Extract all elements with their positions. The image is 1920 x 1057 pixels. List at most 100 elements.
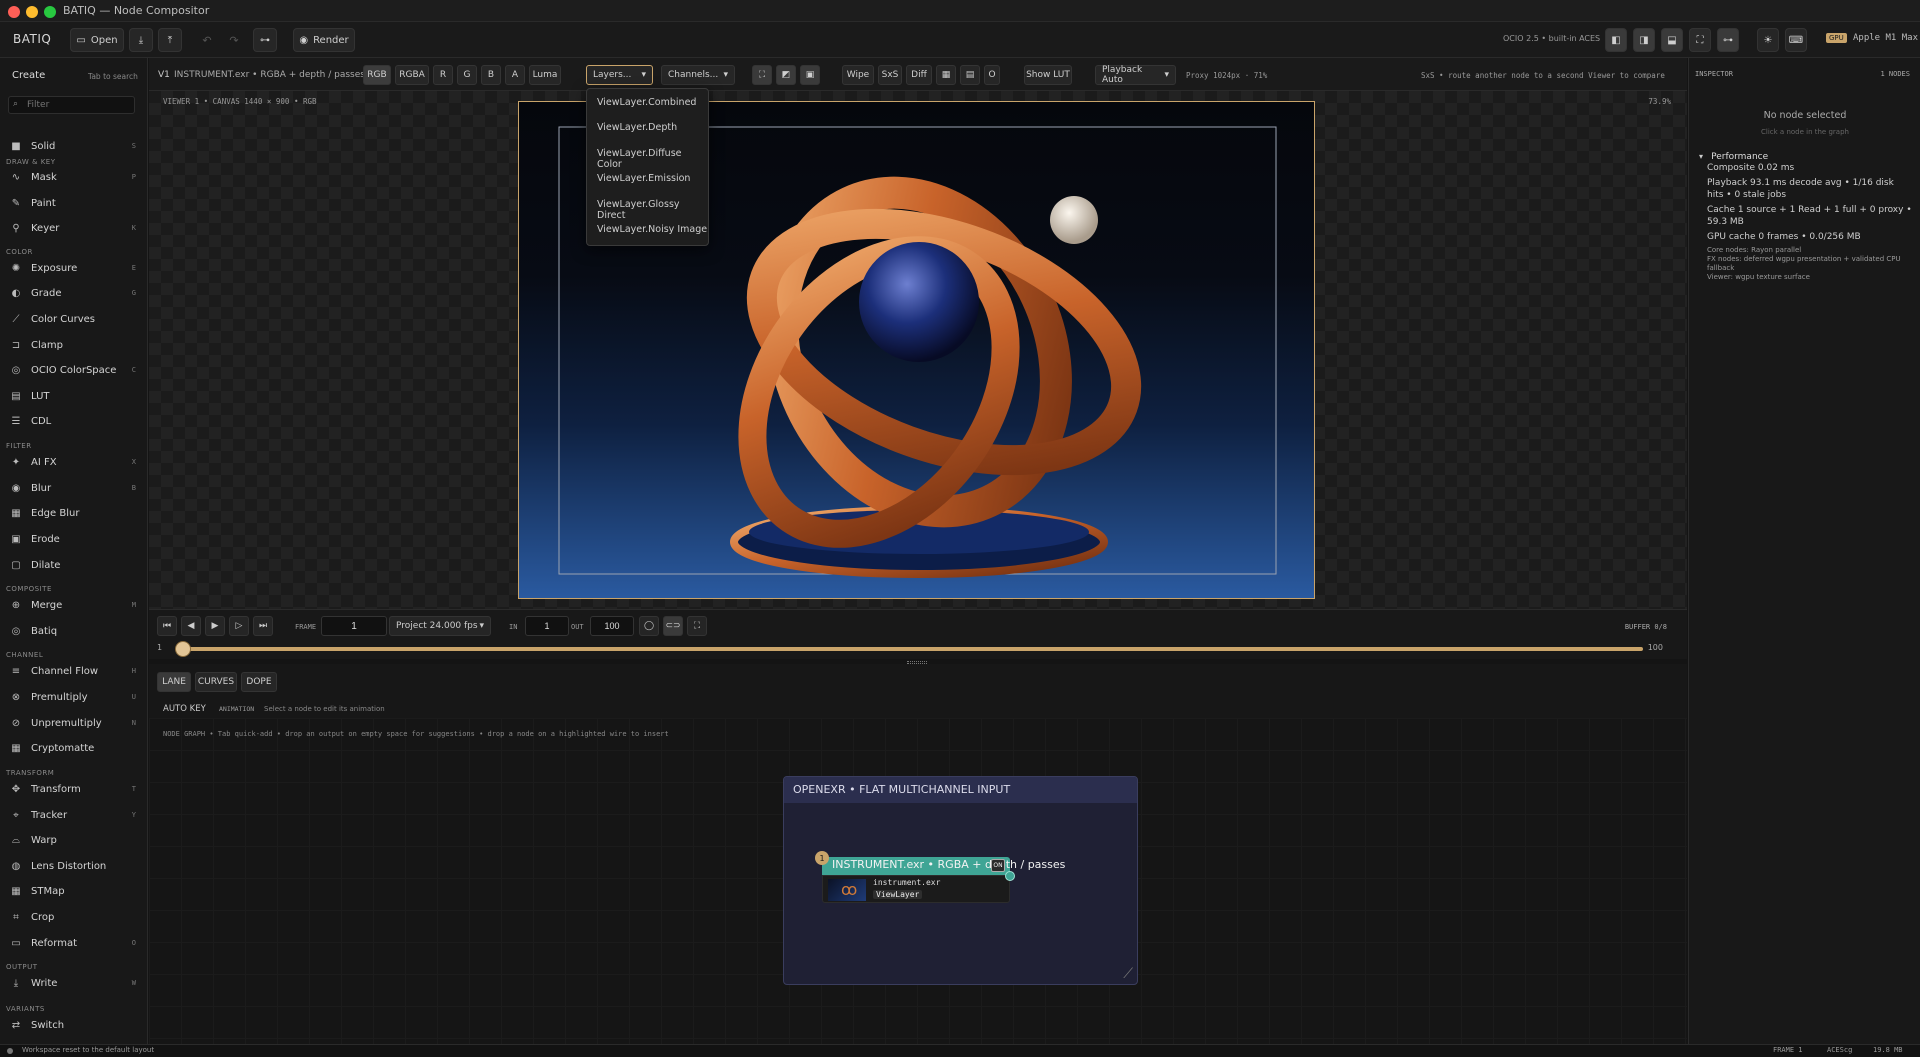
timeline-track[interactable] (175, 647, 1643, 651)
sidebar-item-unpremultiply[interactable]: ⊘ Unpremultiply N (0, 712, 148, 734)
go-to-end-button[interactable]: ⏭ (253, 616, 273, 636)
sidebar-item-stmap[interactable]: ▦ STMap (0, 880, 148, 902)
sidebar-item-paint[interactable]: ✎ Paint (0, 192, 148, 214)
layer-option-emission[interactable]: ViewLayer.Emission (597, 173, 690, 184)
layout-left-button[interactable]: ◧ (1605, 28, 1627, 52)
grid-overlay-button[interactable]: ▦ (936, 65, 956, 85)
sidebar-item-reformat[interactable]: ▭ Reformat O (0, 932, 148, 954)
sidebar-item-transform[interactable]: ✥ Transform T (0, 778, 148, 800)
layer-option-diffuse-color[interactable]: ViewLayer.Diffuse Color (597, 148, 708, 170)
channel-rgb-button[interactable]: RGB (363, 65, 391, 85)
performance-header[interactable]: ▾ Performance (1699, 144, 1909, 162)
undo-button[interactable]: ↶ (195, 28, 219, 52)
close-window-button[interactable] (8, 6, 20, 18)
node-enable-toggle[interactable]: ON (991, 859, 1005, 872)
sidebar-item-solid[interactable]: ■ Solid S (0, 135, 148, 157)
channel-r-button[interactable]: R (433, 65, 453, 85)
sidebar-item-edge-blur[interactable]: ▦ Edge Blur (0, 502, 148, 524)
keyboard-shortcuts-button[interactable]: ⌨ (1785, 28, 1807, 52)
zoom-window-button[interactable] (44, 6, 56, 18)
node-graph-button[interactable]: ⊶ (253, 28, 277, 52)
sidebar-item-keyer[interactable]: ⚲ Keyer K (0, 217, 148, 239)
theme-toggle-button[interactable]: ☀ (1757, 28, 1779, 52)
go-to-start-button[interactable]: ⏮ (157, 616, 177, 636)
channels-dropdown[interactable]: Channels... ▾ (661, 65, 735, 85)
sidebar-item-tracker[interactable]: ⌖ Tracker Y (0, 804, 148, 826)
sxs-button[interactable]: SxS (878, 65, 902, 85)
import-button[interactable]: ⤓ (129, 28, 153, 52)
channel-b-button[interactable]: B (481, 65, 501, 85)
node-graph[interactable]: NODE GRAPH • Tab quick-add • drop an out… (149, 718, 1687, 1044)
sidebar-item-clamp[interactable]: ⊐ Clamp (0, 334, 148, 356)
sidebar-item-lens-distortion[interactable]: ◍ Lens Distortion (0, 855, 148, 877)
histogram-button[interactable]: ▤ (960, 65, 980, 85)
sidebar-item-dilate[interactable]: ▢ Dilate (0, 554, 148, 576)
sidebar-item-write[interactable]: ⤓ Write W (0, 972, 148, 994)
tab-curves[interactable]: CURVES (195, 672, 237, 692)
layer-option-noisy-image[interactable]: ViewLayer.Noisy Image (597, 224, 707, 235)
sidebar-item-warp[interactable]: ⌓ Warp (0, 829, 148, 851)
open-button[interactable]: ▭ Open (70, 28, 124, 52)
channel-a-button[interactable]: A (505, 65, 525, 85)
layer-option-combined[interactable]: ViewLayer.Combined (597, 97, 696, 108)
sidebar-item-crop[interactable]: ⌗ Crop (0, 906, 148, 928)
graph-layout-button[interactable]: ⊶ (1717, 28, 1739, 52)
sidebar-item-cryptomatte[interactable]: ▦ Cryptomatte (0, 737, 148, 759)
sidebar-item-ocio-colorspace[interactable]: ◎ OCIO ColorSpace C (0, 359, 148, 381)
layout-right-button[interactable]: ◨ (1633, 28, 1655, 52)
step-back-button[interactable]: ◀ (181, 616, 201, 636)
sidebar-item-grade[interactable]: ◐ Grade G (0, 282, 148, 304)
output-port[interactable] (1005, 871, 1015, 881)
in-point-input[interactable] (525, 616, 569, 636)
sidebar-item-batiq[interactable]: ◎ Batiq (0, 620, 148, 642)
redo-button[interactable]: ↷ (222, 28, 246, 52)
sidebar-item-channel-flow[interactable]: ≡ Channel Flow H (0, 660, 148, 682)
sidebar-item-switch[interactable]: ⇄ Switch (0, 1014, 148, 1036)
fit-frame-button[interactable]: ⛶ (752, 65, 772, 85)
out-point-input[interactable] (590, 616, 634, 636)
layer-option-glossy-direct[interactable]: ViewLayer.Glossy Direct (597, 199, 708, 221)
link-button[interactable]: ⊂⊃ (663, 616, 683, 636)
loop-button[interactable]: ◯ (639, 616, 659, 636)
tab-lane[interactable]: LANE (157, 672, 191, 692)
wipe-button[interactable]: Wipe (842, 65, 874, 85)
safe-area-button[interactable]: ▣ (800, 65, 820, 85)
minimize-window-button[interactable] (26, 6, 38, 18)
read-node[interactable]: INSTRUMENT.exr • RGBA + depth / passes ꝏ… (815, 851, 1065, 907)
channel-g-button[interactable]: G (457, 65, 477, 85)
timeline-playhead[interactable] (175, 641, 191, 657)
expand-timeline-button[interactable]: ⛶ (687, 616, 707, 636)
fullscreen-button[interactable]: ⛶ (1689, 28, 1711, 52)
play-button[interactable]: ▶ (205, 616, 225, 636)
sidebar-item-mask[interactable]: ∿ Mask P (0, 166, 148, 188)
sidebar-item-ai-fx[interactable]: ✦ AI FX X (0, 451, 148, 473)
layout-bottom-button[interactable]: ⬓ (1661, 28, 1683, 52)
checker-button[interactable]: ◩ (776, 65, 796, 85)
show-lut-button[interactable]: Show LUT (1024, 65, 1072, 85)
frame-input[interactable] (321, 616, 387, 636)
tab-dope[interactable]: DOPE (241, 672, 277, 692)
playback-dropdown[interactable]: Playback Auto ▾ (1095, 65, 1176, 85)
step-forward-button[interactable]: ▷ (229, 616, 249, 636)
sidebar-item-color-curves[interactable]: ⟋ Color Curves (0, 308, 148, 330)
layer-option-depth[interactable]: ViewLayer.Depth (597, 122, 677, 133)
channel-luma-button[interactable]: Luma (529, 65, 561, 85)
sidebar-item-blur[interactable]: ◉ Blur B (0, 477, 148, 499)
auto-key-toggle[interactable]: AUTO KEY (163, 704, 206, 714)
diff-button[interactable]: Diff (906, 65, 932, 85)
sidebar-item-exposure[interactable]: ✺ Exposure E (0, 257, 148, 279)
sidebar-item-lut[interactable]: ▤ LUT (0, 385, 148, 407)
export-button[interactable]: ⤒ (158, 28, 182, 52)
sidebar-item-cdl[interactable]: ☰ CDL (0, 410, 148, 432)
resize-grip-icon[interactable]: ⟋ (1123, 966, 1133, 982)
fps-dropdown[interactable]: Project 24.000 fps ▾ (389, 616, 491, 636)
sidebar-item-merge[interactable]: ⊕ Merge M (0, 594, 148, 616)
sidebar-item-premultiply[interactable]: ⊗ Premultiply U (0, 686, 148, 708)
channel-rgba-button[interactable]: RGBA (395, 65, 429, 85)
layers-dropdown[interactable]: Layers... ▾ (586, 65, 653, 85)
render-button[interactable]: ◉ Render (293, 28, 355, 52)
sidebar-item-erode[interactable]: ▣ Erode (0, 528, 148, 550)
image-viewer[interactable]: VIEWER 1 • CANVAS 1440 × 900 • RGB 73.9% (149, 91, 1687, 609)
o-button[interactable]: O (984, 65, 1000, 85)
filter-input[interactable] (27, 99, 131, 111)
